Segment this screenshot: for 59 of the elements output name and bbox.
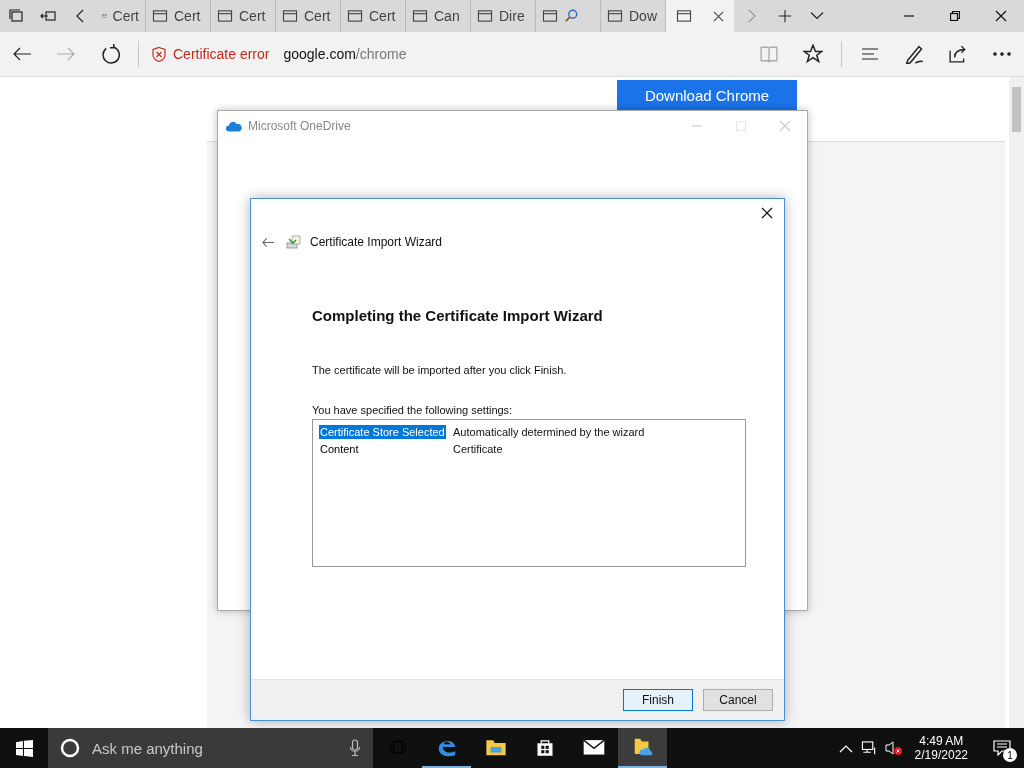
restore-icon[interactable] (950, 11, 960, 21)
folder-icon[interactable] (484, 737, 507, 757)
taskbar-app[interactable] (618, 728, 667, 768)
cancel-button[interactable]: Cancel (703, 689, 773, 711)
tab-arrow-icon[interactable] (40, 8, 56, 24)
taskbar-search-bar[interactable]: Ask me anything (48, 728, 373, 768)
clock[interactable]: 4:49 AM 2/19/2022 (910, 734, 972, 762)
arrow-left-icon[interactable] (12, 46, 32, 62)
chevron-down-icon[interactable] (810, 11, 824, 21)
cloud-icon (226, 120, 242, 132)
setting-value: Automatically determined by the wizard (453, 425, 646, 438)
network-icon[interactable] (860, 740, 877, 756)
share-icon[interactable] (948, 45, 968, 63)
setting-name[interactable]: Certificate Store Selected (319, 424, 446, 439)
star-icon[interactable] (803, 44, 823, 64)
tab-page-icon (347, 9, 363, 23)
mail-icon[interactable] (582, 738, 605, 756)
tab-page-icon (607, 9, 623, 23)
tab-page-icon (542, 9, 558, 23)
cortana-icon[interactable] (60, 738, 80, 758)
notification-count: 1 (1003, 748, 1017, 762)
windows-icon[interactable] (15, 739, 33, 757)
tab-page-icon (477, 9, 493, 23)
chevron-left-icon[interactable] (74, 8, 86, 24)
certificate-icon (286, 234, 302, 250)
lines-icon[interactable] (860, 46, 880, 62)
close-icon[interactable] (995, 10, 1007, 22)
download-button[interactable]: Download Chrome (617, 80, 797, 110)
volume-muted-icon[interactable] (884, 740, 903, 756)
close-icon[interactable] (761, 207, 773, 219)
refresh-icon[interactable] (100, 44, 120, 64)
microphone-icon[interactable] (349, 739, 361, 757)
setting-name[interactable]: Content (319, 441, 360, 456)
magnifier-icon (564, 9, 578, 23)
scrollbar[interactable] (1009, 77, 1024, 728)
wizard-heading: Completing the Certificate Import Wizard (312, 307, 604, 324)
setting-value: Certificate (453, 442, 504, 455)
settings-label: You have specified the following settings: (312, 404, 514, 416)
tab-page-icon (412, 9, 428, 23)
stacked-windows-icon[interactable] (8, 8, 24, 24)
tab-close-icon[interactable] (713, 10, 724, 22)
tab-page-icon (676, 9, 692, 23)
finish-button[interactable]: Finish (623, 689, 693, 711)
search-input[interactable]: Ask me anything (90, 738, 339, 758)
shield-error-icon (151, 45, 167, 63)
browser-tab[interactable] (666, 0, 734, 32)
chevron-up-icon[interactable] (838, 743, 853, 753)
window-title: Microsoft OneDrive (248, 119, 351, 133)
more-icon[interactable] (993, 51, 1011, 57)
tab-page-icon (217, 9, 233, 23)
plus-icon[interactable] (778, 9, 792, 23)
tab-page-icon (282, 9, 298, 23)
wizard-title: Certificate Import Wizard (310, 235, 443, 249)
action-center-button[interactable]: 1 (980, 728, 1024, 768)
intro-text: The certificate will be imported after you click Finish. (312, 364, 568, 376)
pen-icon[interactable] (904, 44, 924, 64)
address-url[interactable]: google.com/chrome (283, 46, 407, 62)
tab-page-icon (152, 9, 168, 23)
certificate-error-button[interactable]: Certificate error (145, 45, 276, 63)
